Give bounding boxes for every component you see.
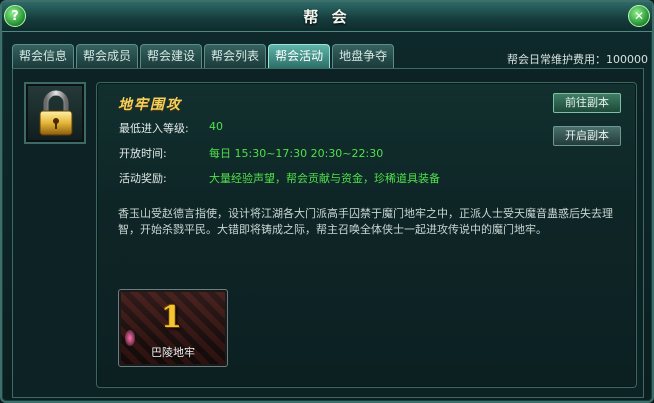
min-level-label: 最低进入等级:: [119, 122, 189, 135]
tab-guild-activity[interactable]: 帮会活动: [268, 44, 331, 68]
tab-bar: 帮会信息 帮会成员 帮会建设 帮会列表 帮会活动 地盘争夺: [12, 44, 395, 68]
title-bar: 帮 会: [2, 2, 652, 32]
reward-value: 大量经验声望，帮会贡献与资金，珍稀道具装备: [209, 172, 440, 185]
help-button[interactable]: ?: [4, 5, 26, 27]
tab-guild-list[interactable]: 帮会列表: [204, 44, 267, 68]
tab-guild-info[interactable]: 帮会信息: [12, 44, 75, 68]
activity-title: 地牢围攻: [118, 97, 182, 113]
close-button[interactable]: ✕: [628, 5, 650, 27]
window-title: 帮 会: [303, 8, 351, 26]
goto-dungeon-button[interactable]: 前往副本: [553, 93, 621, 113]
dungeon-number: 1: [161, 300, 182, 335]
tab-guild-construction[interactable]: 帮会建设: [140, 44, 203, 68]
activity-icon-slot[interactable]: [24, 82, 86, 144]
dungeon-card[interactable]: 1 巴陵地牢: [118, 289, 228, 367]
open-dungeon-button[interactable]: 开启副本: [553, 126, 621, 146]
min-level-value: 40: [209, 120, 223, 133]
tab-territory-war[interactable]: 地盘争夺: [332, 44, 395, 68]
open-time-label: 开放时间:: [119, 147, 167, 160]
reward-label: 活动奖励:: [119, 172, 167, 185]
dungeon-name: 巴陵地牢: [151, 346, 195, 359]
padlock-icon: [39, 90, 73, 136]
activity-description: 香玉山受赵德言指使，设计将江湖各大门派高手囚禁于魔门地牢之中，正派人士受天魔音蛊…: [118, 207, 613, 236]
daily-upkeep-text: 帮会日常维护费用：100000: [507, 53, 648, 66]
open-time-value: 每日 15:30~17:30 20:30~22:30: [209, 147, 384, 160]
tab-guild-members[interactable]: 帮会成员: [76, 44, 139, 68]
